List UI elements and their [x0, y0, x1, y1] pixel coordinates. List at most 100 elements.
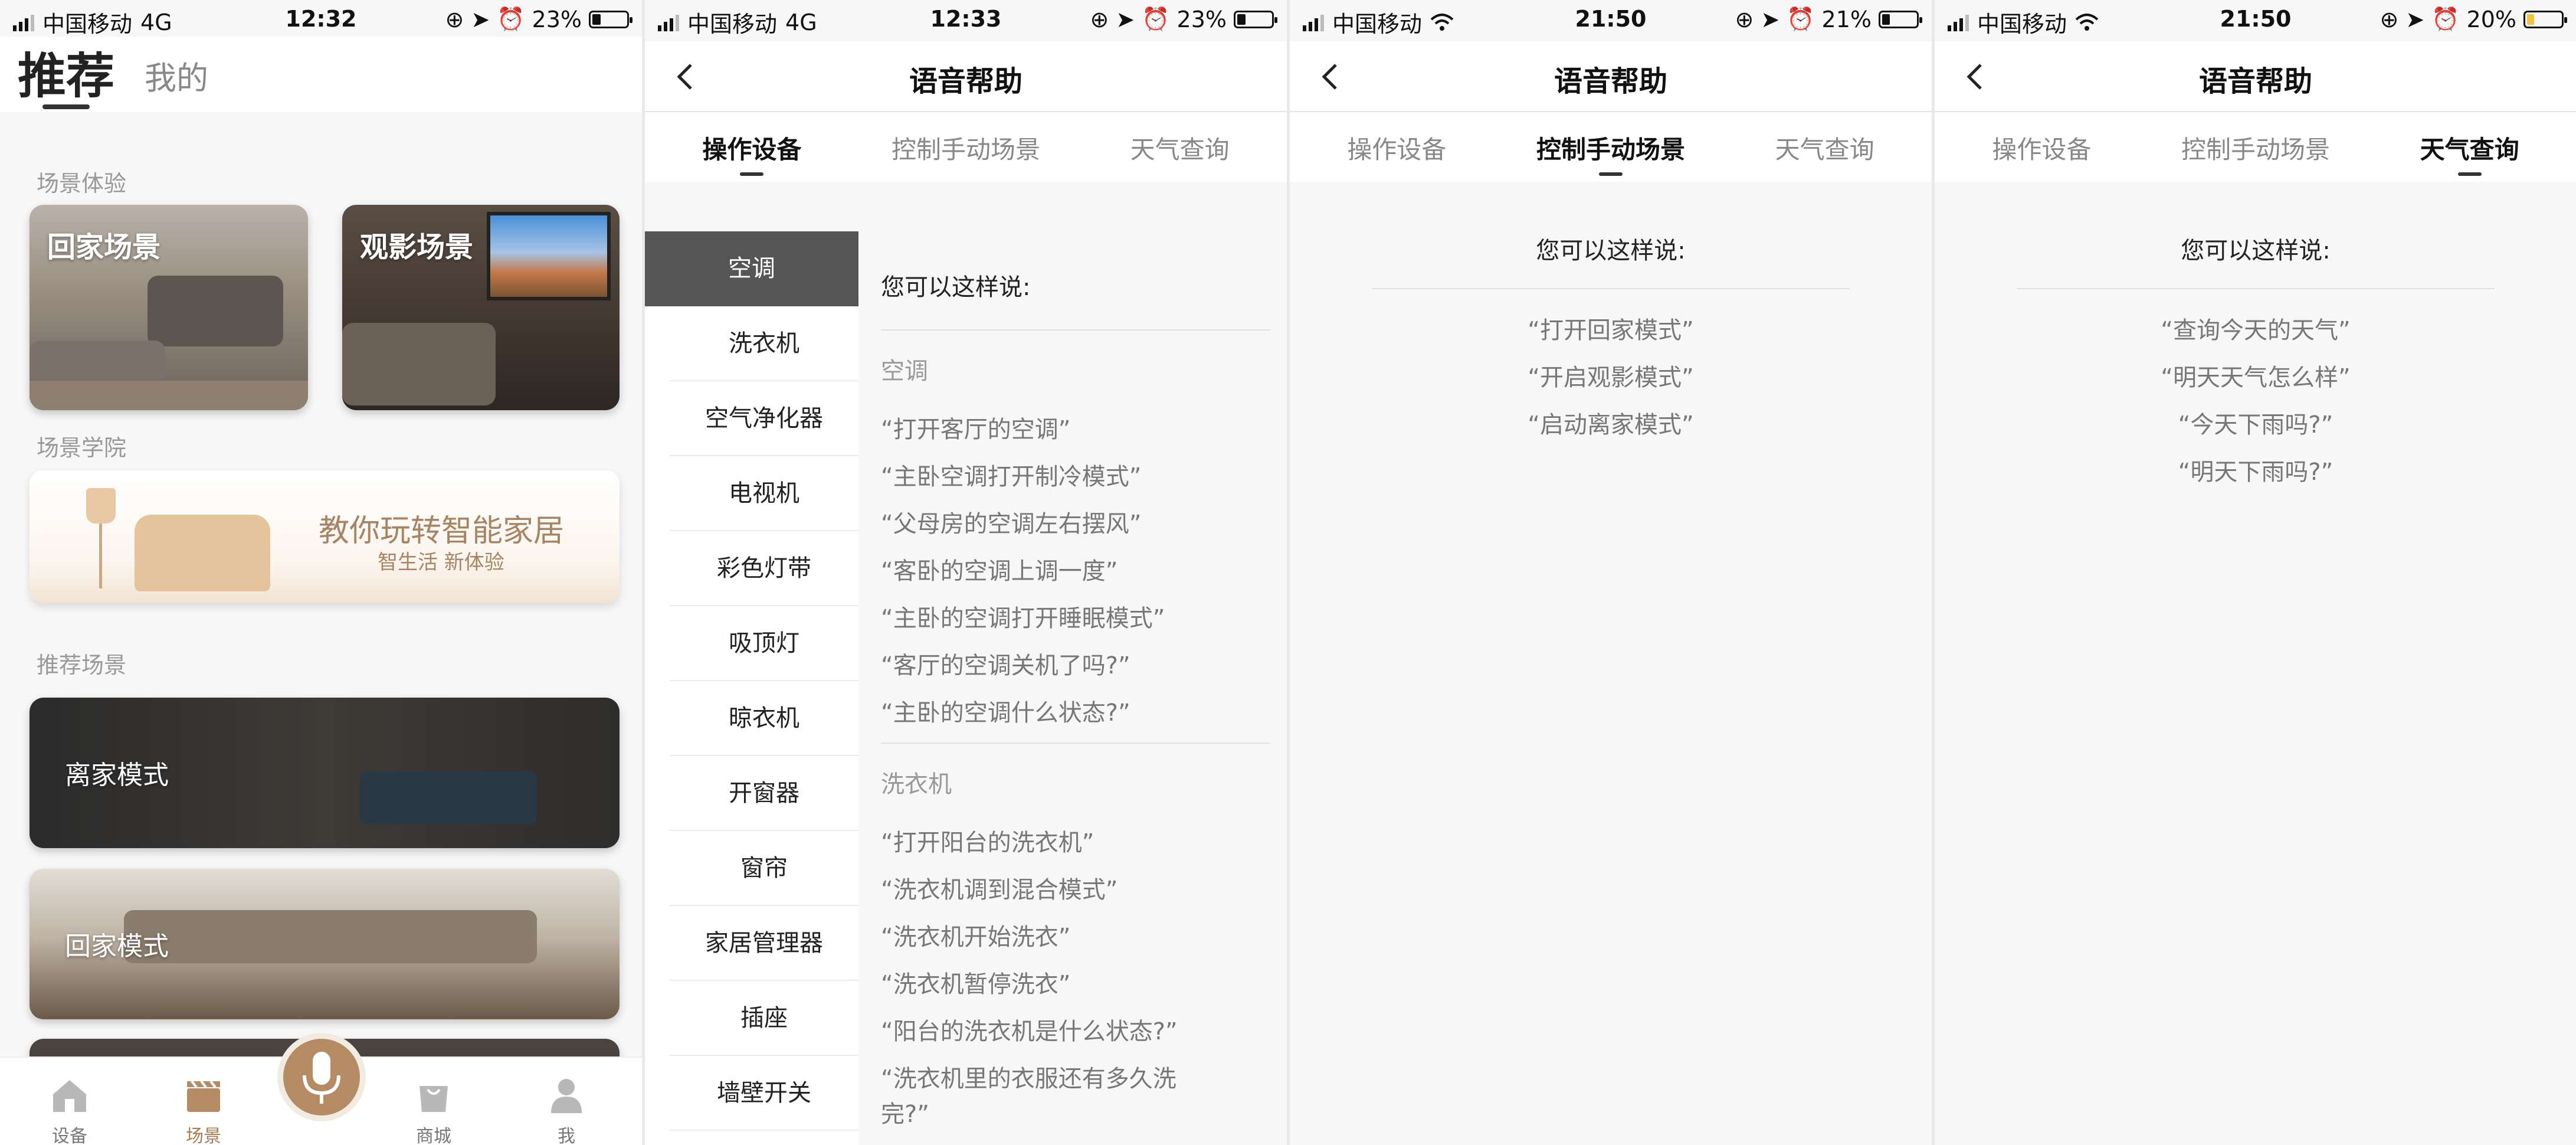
- sidebar-item-washer[interactable]: 洗衣机: [670, 306, 858, 381]
- tabbar-item-devices[interactable]: 设备: [28, 1058, 111, 1145]
- sidebar-item-clothes-rack[interactable]: 晾衣机: [670, 681, 858, 756]
- location-icon: ➤: [471, 6, 490, 32]
- tabbar-item-me[interactable]: 我: [525, 1058, 608, 1145]
- tab-mine[interactable]: 我的: [145, 52, 208, 99]
- tabbar-label: 场景: [186, 1126, 221, 1145]
- phrase-heading: 您可以这样说:: [1536, 237, 1686, 264]
- device-sidebar: 空调 洗衣机 空气净化器 电视机 彩色灯带 吸顶灯 晾衣机 开窗器 窗帘 家居管…: [645, 231, 858, 1145]
- phrase-item: “洗衣机暂停洗衣”: [881, 971, 1071, 998]
- battery-percent: 23%: [532, 6, 582, 32]
- scene-card-label: 离家模式: [65, 760, 169, 790]
- battery-icon: [1234, 10, 1277, 28]
- location-icon: ➤: [1761, 6, 1780, 32]
- phrase-item: “洗衣机开始洗衣”: [881, 924, 1071, 951]
- status-bar: 中国移动 4G 12:32 ⊕ ➤ ⏰ 23%: [0, 0, 642, 41]
- tabbar-label: 商城: [416, 1126, 451, 1145]
- tabbar-label: 设备: [52, 1126, 87, 1145]
- phrase-item: “阳台的洗衣机是什么状态?”: [881, 1018, 1178, 1045]
- tab-operate-devices[interactable]: 操作设备: [645, 112, 859, 182]
- sidebar-item-wall-switch[interactable]: 墙壁开关: [670, 1056, 858, 1131]
- page-title: 语音帮助: [1554, 65, 1667, 98]
- sidebar-item-air-purifier[interactable]: 空气净化器: [670, 381, 858, 456]
- tabbar-item-scenes[interactable]: 场景: [162, 1058, 245, 1145]
- location-icon: ➤: [2405, 6, 2425, 32]
- academy-subtitle: 智生活 新体验: [378, 551, 504, 574]
- active-tab-indicator: [42, 104, 90, 109]
- voice-button[interactable]: [277, 1033, 366, 1121]
- sidebar-item-tv[interactable]: 电视机: [670, 456, 858, 531]
- tab-weather[interactable]: 天气查询: [1073, 112, 1287, 182]
- alarm-icon: ⏰: [497, 6, 525, 32]
- help-tabs: 操作设备 控制手动场景 天气查询: [1935, 112, 2576, 182]
- tab-manual-scenes[interactable]: 控制手动场景: [859, 112, 1073, 182]
- house-icon: [48, 1074, 91, 1117]
- tab-recommend[interactable]: 推荐: [18, 37, 114, 107]
- phrase-item: “主卧的空调打开睡眠模式”: [881, 605, 1165, 632]
- lock-rotation-icon: ⊕: [445, 6, 464, 32]
- divider: [2017, 288, 2495, 289]
- sidebar-item-ceiling-light[interactable]: 吸顶灯: [670, 606, 858, 681]
- lock-rotation-icon: ⊕: [2380, 6, 2399, 32]
- battery-percent: 21%: [1821, 6, 1872, 32]
- phrase-heading: 您可以这样说:: [2181, 237, 2331, 264]
- help-tabs: 操作设备 控制手动场景 天气查询: [645, 112, 1287, 182]
- phone-screen-recommend: 中国移动 4G 12:32 ⊕ ➤ ⏰ 23% 推荐 我的 场景体验 回家场景: [0, 0, 642, 1145]
- phrase-item: “客卧的空调上调一度”: [881, 558, 1118, 585]
- person-icon: [545, 1074, 588, 1117]
- microphone-icon: [303, 1052, 340, 1104]
- phrase-item: 完?”: [881, 1101, 929, 1128]
- alarm-icon: ⏰: [1142, 6, 1170, 32]
- phrase-list: 您可以这样说: 空调 “打开客厅的空调” “主卧空调打开制冷模式” “父母房的空…: [881, 231, 1270, 1126]
- battery-icon: [2523, 10, 2567, 28]
- divider: [881, 329, 1270, 331]
- sofa-image: [124, 910, 537, 963]
- floor-image: [30, 381, 308, 410]
- scene-card-movie[interactable]: 观影场景: [342, 205, 620, 410]
- phrase-item: “洗衣机里的衣服还有多久洗: [881, 1065, 1176, 1092]
- phone-screen-voice-help-scenes: 中国移动 21:50 ⊕ ➤ ⏰ 21% 语音帮助 操作设备 控制手动场景 天气…: [1290, 0, 1932, 1145]
- divider: [881, 742, 1270, 744]
- sofa-image: [148, 276, 283, 346]
- phrase-heading: 您可以这样说:: [881, 274, 1031, 301]
- bottom-tab-bar: 设备 场景 商城 我: [0, 1033, 642, 1145]
- battery-percent: 23%: [1176, 6, 1227, 32]
- nav-bar: 语音帮助: [1935, 41, 2576, 112]
- scene-card-home[interactable]: 回家场景: [30, 205, 308, 410]
- academy-title: 教你玩转智能家居: [319, 513, 565, 549]
- sidebar-item-ac[interactable]: 空调: [645, 231, 858, 306]
- sidebar-item-curtain[interactable]: 窗帘: [670, 831, 858, 906]
- battery-percent: 20%: [2466, 6, 2516, 32]
- nav-bar: 语音帮助: [645, 41, 1287, 112]
- page-title: 语音帮助: [2198, 65, 2312, 98]
- sidebar-item-socket[interactable]: 插座: [670, 981, 858, 1056]
- status-bar: 中国移动 21:50 ⊕ ➤ ⏰ 20%: [1935, 0, 2576, 41]
- page-title: 语音帮助: [909, 65, 1022, 98]
- status-bar: 中国移动 21:50 ⊕ ➤ ⏰ 21%: [1290, 0, 1932, 41]
- ottoman-image: [30, 341, 165, 382]
- tab-weather[interactable]: 天气查询: [1718, 112, 1932, 182]
- phrase-list: 您可以这样说: “查询今天的天气” “明天天气怎么样” “今天下雨吗?” “明天…: [1935, 231, 2576, 496]
- phrase-item: “今天下雨吗?”: [2178, 411, 2334, 439]
- phrase-item: “打开客厅的空调”: [881, 416, 1071, 443]
- academy-banner[interactable]: 教你玩转智能家居 智生活 新体验: [30, 470, 620, 603]
- alarm-icon: ⏰: [2431, 6, 2460, 32]
- sidebar-item-window-opener[interactable]: 开窗器: [670, 756, 858, 831]
- tv-screen-image: [487, 212, 611, 300]
- tab-manual-scenes[interactable]: 控制手动场景: [1504, 112, 1718, 182]
- scene-card-away[interactable]: 离家模式: [30, 698, 620, 848]
- sidebar-item-light-strip[interactable]: 彩色灯带: [670, 531, 858, 606]
- tab-manual-scenes[interactable]: 控制手动场景: [2149, 112, 2363, 182]
- tab-weather[interactable]: 天气查询: [2362, 112, 2576, 182]
- battery-icon: [589, 10, 632, 28]
- tab-operate-devices[interactable]: 操作设备: [1935, 112, 2149, 182]
- tabbar-item-mall[interactable]: 商城: [392, 1058, 475, 1145]
- divider: [1372, 288, 1850, 289]
- lock-rotation-icon: ⊕: [1090, 6, 1109, 32]
- scene-card-back-home[interactable]: 回家模式: [30, 869, 620, 1019]
- clapperboard-icon: [182, 1074, 225, 1117]
- sidebar-item-home-manager[interactable]: 家居管理器: [670, 906, 858, 981]
- phrase-item: “客厅的空调关机了吗?”: [881, 652, 1130, 679]
- tab-operate-devices[interactable]: 操作设备: [1290, 112, 1504, 182]
- scene-card-label: 观影场景: [360, 231, 474, 264]
- shopping-bag-icon: [412, 1074, 455, 1117]
